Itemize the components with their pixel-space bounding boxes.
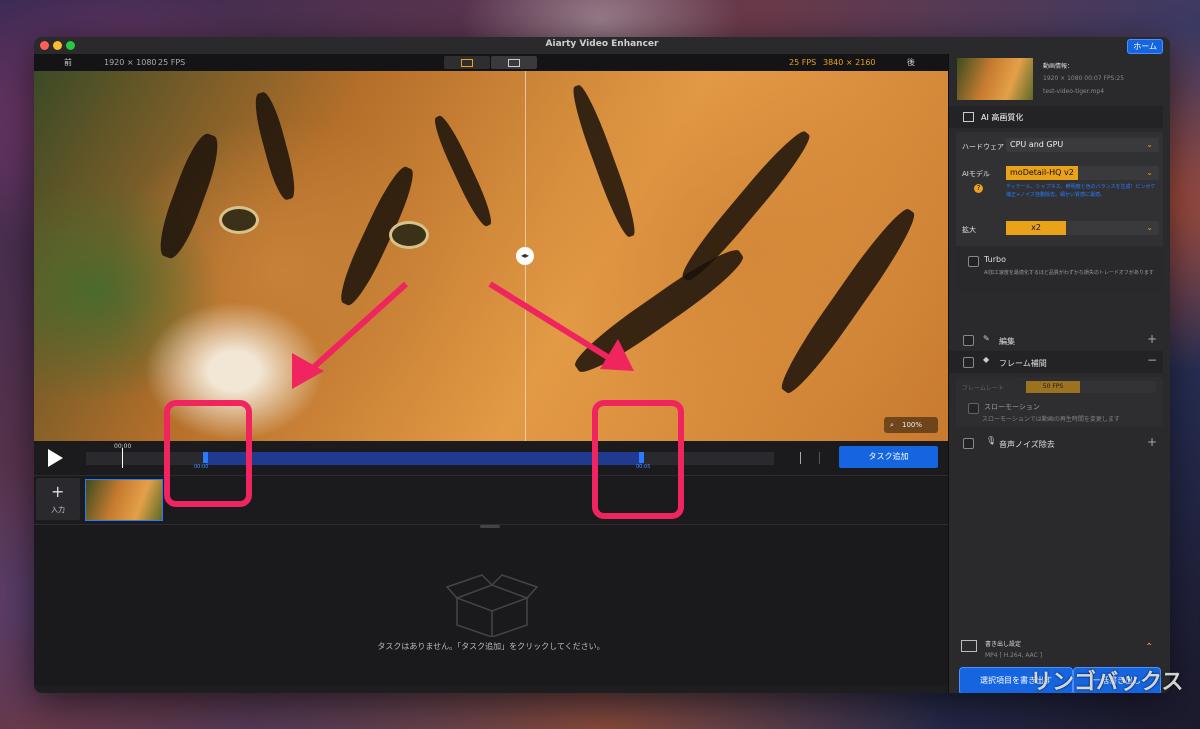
ai-settings-panel: ハードウェア CPU and GPU ⌄ AIモデル moDetail-HQ v…: [956, 132, 1163, 292]
expand-plus-icon[interactable]: +: [1147, 332, 1157, 346]
chevron-down-icon: ⌄: [1146, 168, 1153, 177]
model-label: AIモデル: [962, 170, 990, 178]
turbo-description: AI加工速度を最適化するほど品質がわずかな損失のトレードオフがあります: [984, 270, 1154, 276]
audio-denoise-section[interactable]: 🎙 音声ノイズ除去 +: [949, 433, 1163, 453]
microphone-icon: 🎙: [986, 436, 997, 445]
before-fps: 25 FPS: [158, 58, 186, 67]
slowmo-label: スローモーション: [984, 403, 1040, 411]
side-by-side-toggle[interactable]: [491, 56, 537, 69]
help-icon[interactable]: ?: [974, 184, 983, 193]
resize-grip[interactable]: [480, 525, 500, 528]
video-filename: test-video-tiger.mp4: [1043, 88, 1105, 95]
empty-task-message: タスクはありません。「タスク追加」をクリックしてください。: [377, 642, 605, 651]
export-title: 書き出し設定: [985, 641, 1022, 648]
video-thumbnail: [957, 58, 1033, 100]
after-resolution: 3840 × 2160: [823, 58, 876, 67]
settings-sidebar: 動画情報： 1920 × 1080 00:07 FPS:25 test-vide…: [948, 54, 1170, 693]
after-label: 後: [907, 58, 915, 67]
frame-icon: ◆: [983, 355, 990, 364]
title-bar: Aiarty Video Enhancer ホーム: [34, 37, 1170, 54]
framerate-value: 50 FPS: [1026, 381, 1080, 393]
chevron-up-icon[interactable]: ⌃: [1145, 642, 1153, 653]
playhead[interactable]: [122, 448, 123, 468]
frame-settings-panel: フレームレート 50 FPS スローモーション スローモーションでは動画の再生時…: [956, 377, 1163, 427]
hardware-label: ハードウェア: [962, 143, 1004, 151]
selected-range[interactable]: [206, 452, 642, 465]
zoom-value: 100%: [902, 421, 923, 429]
model-select[interactable]: moDetail-HQ v2 ⌄: [1006, 166, 1159, 180]
hardware-value: CPU and GPU: [1010, 140, 1064, 149]
edit-section[interactable]: ✎ 編集 +: [949, 330, 1163, 350]
turbo-panel: Turbo AI加工速度を最適化するほど品質がわずかな損失のトレードオフがありま…: [956, 246, 1163, 292]
play-button[interactable]: [48, 449, 63, 467]
annotation-highlight-end: [592, 400, 684, 519]
compare-info-bar: 前 1920 × 1080 25 FPS 25 FPS 3840 × 2160 …: [34, 54, 948, 71]
ai-section-header[interactable]: AI 高画質化: [949, 106, 1163, 128]
edit-checkbox[interactable]: [963, 335, 974, 346]
expand-plus-icon[interactable]: +: [1147, 435, 1157, 449]
annotation-arrows: [292, 281, 634, 389]
home-button[interactable]: ホーム: [1127, 39, 1163, 54]
model-value: moDetail-HQ v2: [1006, 166, 1078, 180]
split-view-icon: [461, 59, 473, 67]
export-settings-icon: [961, 640, 977, 652]
task-list-area: タスクはありません。「タスク追加」をクリックしてください。: [34, 524, 948, 685]
plus-icon: +: [51, 482, 65, 501]
add-task-button[interactable]: タスク追加: [839, 446, 938, 468]
trim-bracket-icon[interactable]: [800, 452, 820, 464]
watermark: リンゴバックス: [1030, 670, 1184, 695]
magnifier-icon: ⌕: [890, 421, 894, 429]
zoom-indicator[interactable]: ⌕ 100%: [884, 417, 938, 433]
turbo-checkbox[interactable]: [968, 256, 979, 267]
after-fps: 25 FPS: [789, 58, 817, 67]
clip-thumbnail[interactable]: [85, 479, 163, 521]
edit-label: 編集: [999, 337, 1015, 346]
video-info-meta: 1920 × 1080 00:07 FPS:25: [1043, 75, 1125, 82]
edit-icon: ✎: [983, 334, 990, 343]
scale-select[interactable]: x2 ⌄: [1006, 221, 1159, 235]
video-info-panel: 動画情報： 1920 × 1080 00:07 FPS:25 test-vide…: [949, 54, 1163, 106]
collapse-minus-icon[interactable]: −: [1147, 353, 1157, 367]
model-description: ディテール、シャプネス、鮮明度と色のバランスを生成！ピンボケ補正+ノイズ自動除去…: [1006, 184, 1156, 198]
slowmo-checkbox[interactable]: [968, 403, 979, 414]
enhance-icon: [963, 112, 974, 122]
turbo-label: Turbo: [984, 255, 1007, 264]
frame-interpolation-section[interactable]: ◆ フレーム補間 −: [949, 351, 1163, 373]
chevron-down-icon: ⌄: [1146, 140, 1153, 149]
window-title: Aiarty Video Enhancer: [545, 39, 659, 49]
frame-interpolation-checkbox[interactable]: [963, 357, 974, 368]
side-by-side-icon: [508, 59, 520, 67]
framerate-select[interactable]: 50 FPS: [1026, 381, 1156, 393]
export-settings[interactable]: 書き出し設定 MP4 [ H.264, AAC ] ⌃: [949, 628, 1163, 668]
split-view-toggle[interactable]: [444, 56, 490, 69]
empty-box-icon: [445, 574, 539, 637]
before-resolution: 1920 × 1080: [104, 58, 157, 67]
hardware-select[interactable]: CPU and GPU ⌄: [1006, 138, 1159, 152]
app-window: Aiarty Video Enhancer ホーム 前 1920 × 1080 …: [34, 37, 1170, 693]
before-label: 前: [64, 58, 72, 67]
slowmo-description: スローモーションでは動画の再生時間を変更します: [982, 416, 1120, 423]
scale-value: x2: [1006, 221, 1066, 235]
add-input-label: 入力: [51, 506, 65, 514]
chevron-down-icon: ⌄: [1146, 223, 1153, 232]
export-format: MP4 [ H.264, AAC ]: [985, 652, 1043, 659]
scale-label: 拡大: [962, 226, 976, 234]
video-preview: ◂▸ ⌕ 100%: [34, 71, 948, 441]
audio-denoise-label: 音声ノイズ除去: [999, 440, 1055, 449]
annotation-highlight-start: [164, 400, 252, 507]
framerate-label: フレームレート: [962, 385, 1004, 392]
video-info-title: 動画情報：: [1043, 63, 1074, 70]
frame-interpolation-label: フレーム補間: [999, 359, 1047, 368]
ai-section-title: AI 高画質化: [981, 113, 1024, 122]
add-input-button[interactable]: + 入力: [36, 478, 80, 520]
audio-denoise-checkbox[interactable]: [963, 438, 974, 449]
